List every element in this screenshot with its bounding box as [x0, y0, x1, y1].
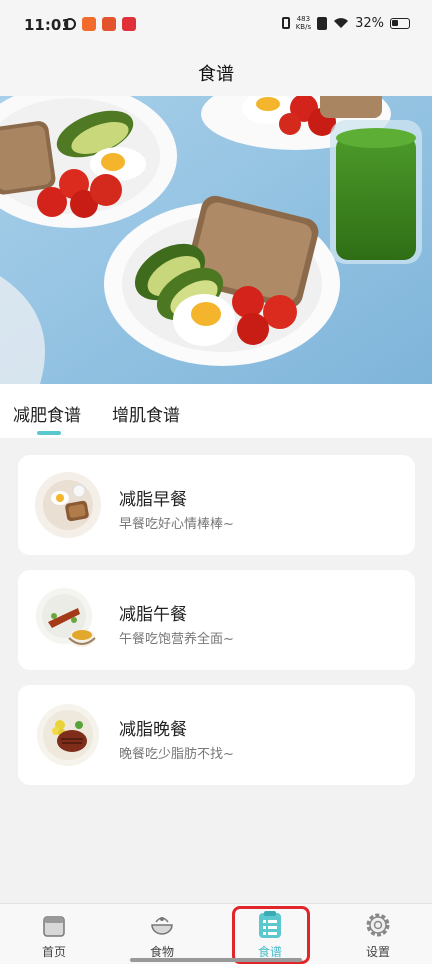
moon-icon [64, 18, 76, 30]
net-speed-value: 483 [296, 15, 311, 23]
status-bar: 11:01 483 KB/s 32% [0, 0, 432, 48]
tab-muscle-gain-recipes[interactable]: 增肌食谱 [112, 401, 180, 426]
lunch-plate-icon [36, 588, 96, 647]
meal-card-lunch[interactable]: 减脂午餐 午餐吃饱营养全面~ [18, 570, 415, 670]
highlight-box [232, 906, 310, 964]
home-indicator[interactable] [130, 958, 302, 962]
net-speed: 483 KB/s [296, 15, 311, 31]
hero-banner-image [0, 96, 432, 384]
meal-card-dinner[interactable]: 减脂晚餐 晚餐吃少脂肪不找~ [18, 685, 415, 785]
net-speed-unit: KB/s [295, 23, 312, 31]
home-icon [43, 916, 65, 937]
dinner-plate-icon [37, 704, 99, 766]
nav-label: 设置 [365, 945, 390, 959]
battery-percent: 32% [355, 15, 384, 31]
meal-title: 减脂晚餐 [119, 720, 187, 740]
app-badge-icon [122, 17, 136, 31]
meal-title: 减脂午餐 [119, 605, 187, 625]
wifi-icon [334, 18, 349, 28]
nav-settings[interactable]: 设置 [324, 904, 432, 964]
breakfast-plate-icon [35, 472, 101, 538]
title-bar: 食谱 [0, 48, 432, 96]
vibrate-icon [281, 17, 290, 29]
meal-subtitle: 午餐吃饱营养全面~ [119, 632, 234, 647]
meal-subtitle: 晚餐吃少脂肪不找~ [119, 747, 234, 762]
sim-x-icon [317, 16, 328, 30]
settings-gear-icon [366, 913, 390, 937]
nav-food[interactable]: 食物 [108, 904, 216, 964]
active-tab-indicator [37, 431, 61, 435]
meal-card-breakfast[interactable]: 减脂早餐 早餐吃好心情棒棒~ [18, 455, 415, 555]
status-right: 483 KB/s 32% [281, 15, 410, 31]
recipe-tabs: 减肥食谱 增肌食谱 [0, 384, 432, 438]
meal-title: 减脂早餐 [119, 490, 187, 510]
nav-home[interactable]: 首页 [0, 904, 108, 964]
nav-label: 首页 [41, 945, 66, 959]
notification-icons [64, 17, 136, 31]
food-bowl-icon [151, 917, 173, 935]
app-notification-icon [82, 17, 96, 31]
bottom-navigation: 首页 食物 食谱 设置 [0, 903, 432, 964]
mail-icon [102, 17, 116, 31]
tab-fat-loss-recipes[interactable]: 减肥食谱 [13, 401, 81, 426]
meal-subtitle: 早餐吃好心情棒棒~ [119, 517, 234, 532]
battery-icon [390, 17, 410, 29]
page-title: 食谱 [198, 64, 234, 85]
